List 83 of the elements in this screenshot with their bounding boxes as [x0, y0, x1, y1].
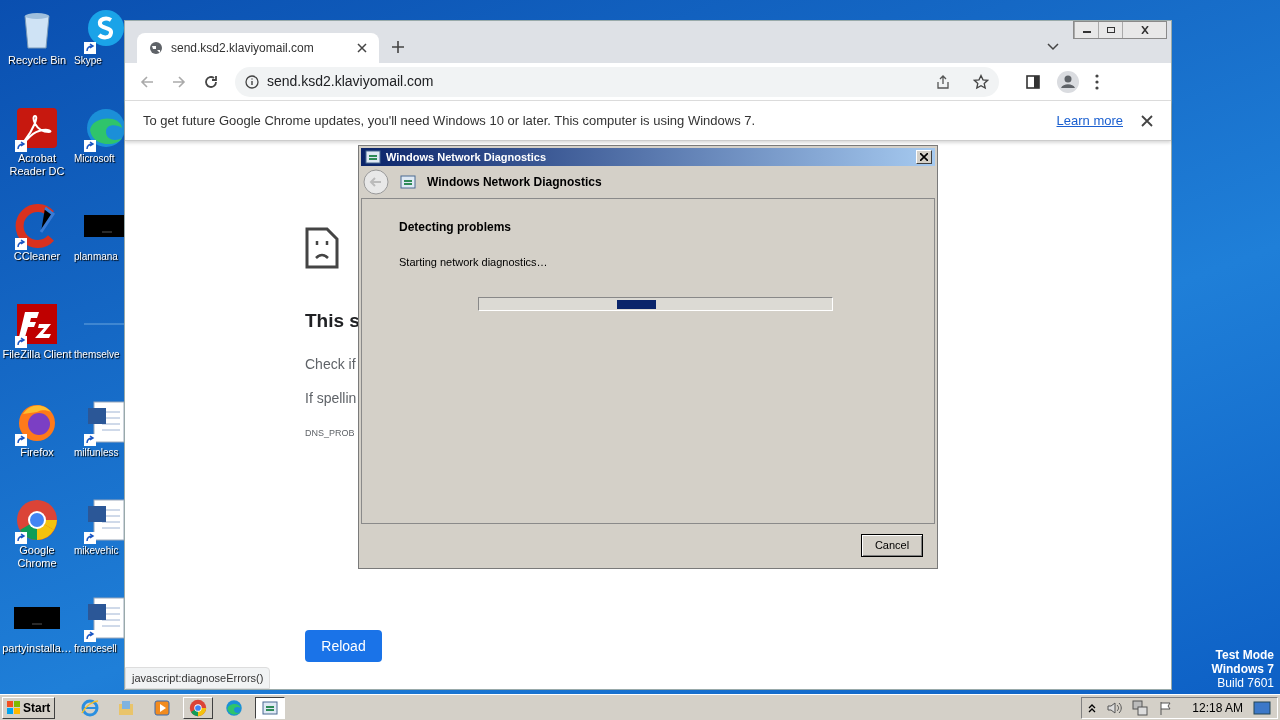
media-player-icon [153, 698, 172, 717]
filezilla-icon [15, 302, 59, 346]
browser-tab[interactable]: send.ksd2.klaviyomail.com [137, 33, 379, 63]
test-mode-text: Build 7601 [1217, 676, 1274, 690]
shortcut-arrow-icon [84, 630, 96, 642]
restore-icon [1105, 26, 1116, 34]
desktop-icon-label[interactable]: Skype [74, 54, 102, 67]
shortcut-arrow-icon [84, 434, 96, 446]
folder-icon [117, 698, 136, 717]
sad-page-icon [305, 227, 339, 269]
reload-icon[interactable] [203, 73, 219, 90]
desktop-icon-label[interactable]: francesell [74, 642, 117, 655]
chevron-down-icon[interactable] [1047, 43, 1059, 51]
shortcut-arrow-icon [15, 336, 27, 348]
error-text: Check if [305, 354, 356, 374]
dialog-title: Windows Network Diagnostics [386, 149, 548, 165]
shortcut-arrow-icon [84, 140, 96, 152]
menu-icon[interactable] [1095, 73, 1099, 90]
blank-file-icon [84, 322, 124, 326]
close-icon[interactable] [357, 43, 367, 53]
info-icon [245, 74, 259, 89]
learn-more-link[interactable]: Learn more [1056, 110, 1123, 131]
cancel-button[interactable]: Cancel [861, 533, 923, 557]
start-button[interactable]: Start [2, 696, 56, 719]
globe-icon [149, 41, 163, 55]
new-tab-icon[interactable] [391, 40, 405, 54]
step-title: Detecting problems [399, 219, 512, 236]
shortcut-arrow-icon [84, 532, 96, 544]
windows-logo-icon [7, 700, 21, 715]
file-thumbnail-icon [84, 215, 124, 237]
desktop-icon-label[interactable]: planmana [74, 250, 118, 263]
address-bar[interactable]: send.ksd2.klaviyomail.com [235, 66, 999, 97]
desktop-icon-label[interactable]: Google Chrome [0, 544, 74, 570]
desktop-icon-label[interactable]: themselve [74, 348, 120, 361]
edge-icon [84, 106, 124, 150]
speaker-icon[interactable] [1106, 700, 1123, 715]
error-code: DNS_PROB [305, 426, 355, 440]
test-mode-text: Test Mode [1215, 648, 1274, 662]
dialog-header: Windows Network Diagnostics [427, 174, 602, 191]
file-thumbnail-icon [14, 607, 60, 629]
internet-explorer-icon [81, 698, 100, 717]
side-panel-icon[interactable] [1025, 73, 1041, 90]
shortcut-arrow-icon [15, 140, 27, 152]
shortcut-arrow-icon [15, 532, 27, 544]
star-icon[interactable] [973, 73, 989, 90]
profile-icon[interactable] [1057, 70, 1079, 93]
network-diagnostics-icon [261, 698, 280, 717]
close-icon [1139, 26, 1150, 34]
reload-button[interactable]: Reload [305, 630, 382, 662]
desktop-icon-label[interactable]: Acrobat Reader DC [0, 152, 74, 178]
shortcut-arrow-icon [15, 238, 27, 250]
chevron-up-icon[interactable] [1088, 702, 1097, 713]
error-heading: This s [305, 309, 360, 333]
close-icon [920, 153, 928, 161]
desktop-icon-label[interactable]: partyinstalla… [0, 642, 74, 655]
url-text: send.ksd2.klaviyomail.com [267, 72, 435, 91]
info-bar-message: To get future Google Chrome updates, you'll need Windows 10 or later. This computer is using Windows 7. [143, 111, 757, 130]
clock[interactable]: 12:18 AM [1192, 698, 1243, 717]
desktop-icon-label[interactable]: Recycle Bin [0, 54, 74, 67]
pdf-icon [15, 106, 59, 150]
show-desktop-icon[interactable] [1253, 700, 1271, 715]
tab-title: send.ksd2.klaviyomail.com [171, 40, 315, 57]
chrome-icon [189, 698, 208, 717]
chrome-icon [15, 498, 59, 542]
desktop-icon-label[interactable]: mikevehic [74, 544, 119, 557]
status-bubble: javascript:diagnoseErrors() [125, 666, 271, 689]
desktop-icon-label[interactable]: CCleaner [0, 250, 74, 263]
network-icon[interactable] [1132, 699, 1149, 716]
status-message: Starting network diagnostics… [399, 255, 548, 270]
desktop-icon-label[interactable]: milfunless [74, 446, 119, 459]
desktop-icon-label[interactable]: Microsoft [74, 152, 115, 165]
network-diagnostics-icon [364, 148, 382, 166]
error-text: If spellin [305, 388, 357, 408]
desktop-icon-label[interactable]: FileZilla Client [0, 348, 74, 361]
close-icon[interactable] [1141, 114, 1153, 127]
taskbar-button[interactable] [255, 696, 286, 719]
shortcut-arrow-icon [15, 434, 27, 446]
shortcut-arrow-icon [84, 42, 96, 54]
share-icon[interactable] [935, 73, 951, 90]
network-diagnostics-icon [399, 173, 417, 191]
edge-icon [225, 698, 244, 717]
desktop-icon-label[interactable]: Firefox [0, 446, 74, 459]
test-mode-text: Windows 7 [1211, 662, 1274, 676]
